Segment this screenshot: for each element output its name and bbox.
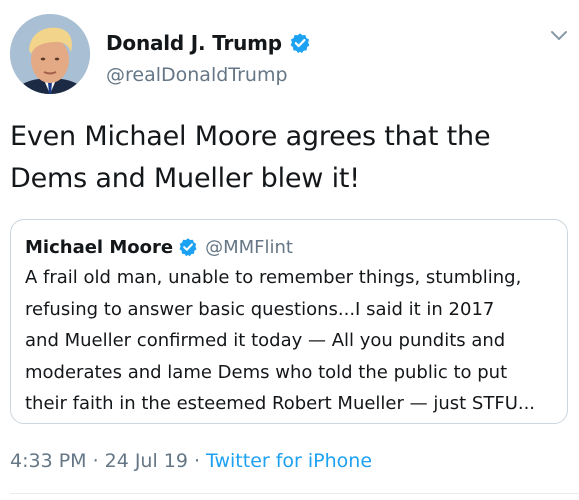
author-name-row: Donald J. Trump [106,30,311,56]
author-block[interactable]: Donald J. Trump @realDonaldTrump [106,30,311,86]
avatar-image [10,14,90,94]
quoted-author-handle: @MMFlint [205,236,293,258]
verified-badge-icon [290,33,310,54]
quoted-text-line: refusing to answer basic questions...I s… [25,298,495,320]
meta-separator: · [92,450,99,472]
chevron-down-icon[interactable] [550,30,568,42]
tweet-source-link[interactable]: Twitter for iPhone [206,450,372,472]
tweet-text: Even Michael Moore agrees that the Dems … [10,116,570,200]
tweet-date[interactable]: 24 Jul 19 [105,450,188,472]
tweet-text-line: Even Michael Moore agrees that the [10,121,491,152]
quoted-text-line: their faith in the esteemed Robert Muell… [25,393,536,414]
quoted-author-name: Michael Moore [25,236,174,258]
quoted-text-line: A frail old man, unable to remember thin… [25,267,522,288]
quoted-tweet-text: A frail old man, unable to remember thin… [25,262,555,420]
tweet-meta: 4:33 PM · 24 Jul 19 · Twitter for iPhone [10,450,372,472]
divider [10,493,579,494]
tweet-time[interactable]: 4:33 PM [10,450,87,472]
avatar[interactable] [10,14,90,94]
quoted-text-line: moderates and lame Dems who told the pub… [25,361,508,383]
tweet-text-line: Dems and Mueller blew it! [10,163,360,194]
quoted-tweet-header: Michael Moore @MMFlint [25,234,293,260]
author-handle[interactable]: @realDonaldTrump [106,64,311,86]
meta-separator: · [193,450,201,472]
quoted-tweet-card[interactable]: Michael Moore @MMFlint A frail old man, … [10,219,568,424]
author-name[interactable]: Donald J. Trump [106,31,282,55]
verified-badge-icon [179,238,197,257]
quoted-text-line: and Mueller confirmed it today — All you… [25,330,506,351]
